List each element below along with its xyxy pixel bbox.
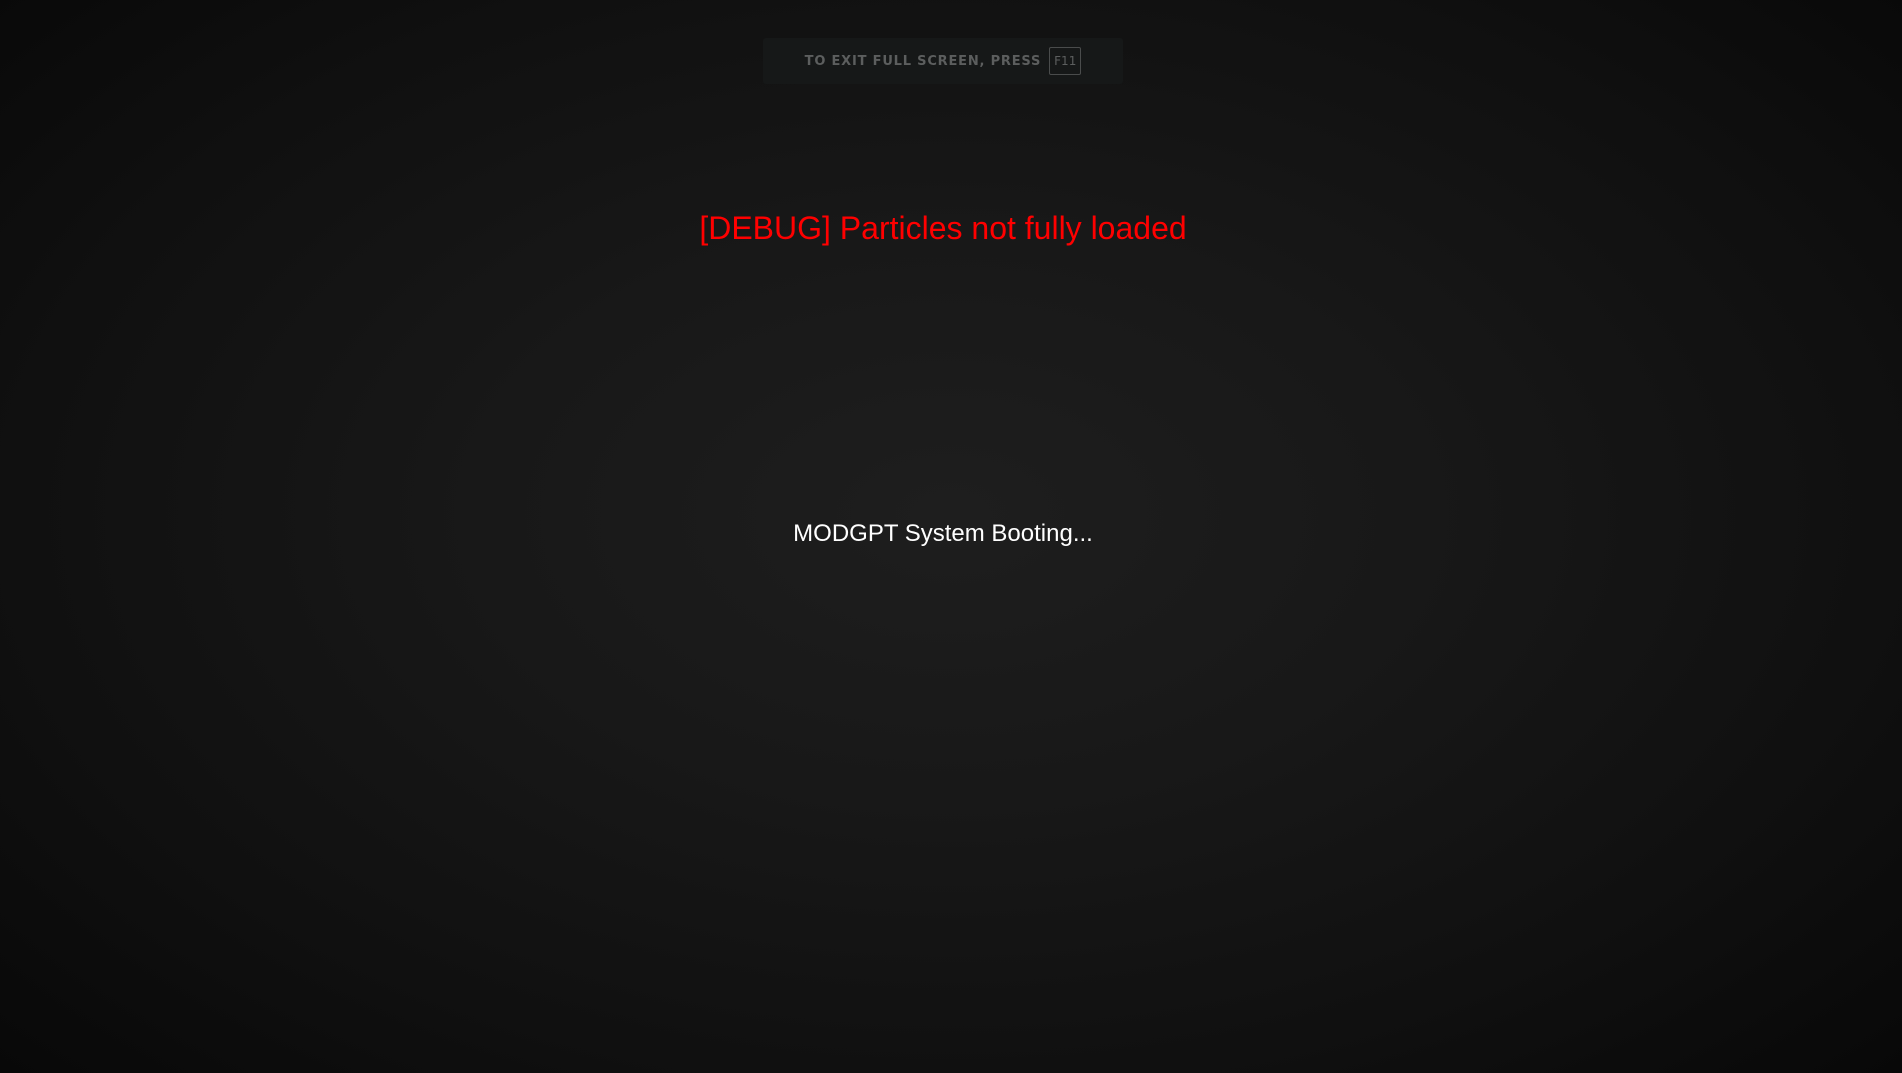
f11-key-badge: F11: [1049, 47, 1082, 75]
fullscreen-exit-notice: To exit full screen, press F11: [763, 38, 1123, 84]
debug-message: [DEBUG] Particles not fully loaded: [699, 210, 1187, 246]
fullscreen-exit-text: To exit full screen, press: [804, 53, 1042, 69]
boot-status-message: MODGPT System Booting...: [793, 520, 1093, 547]
